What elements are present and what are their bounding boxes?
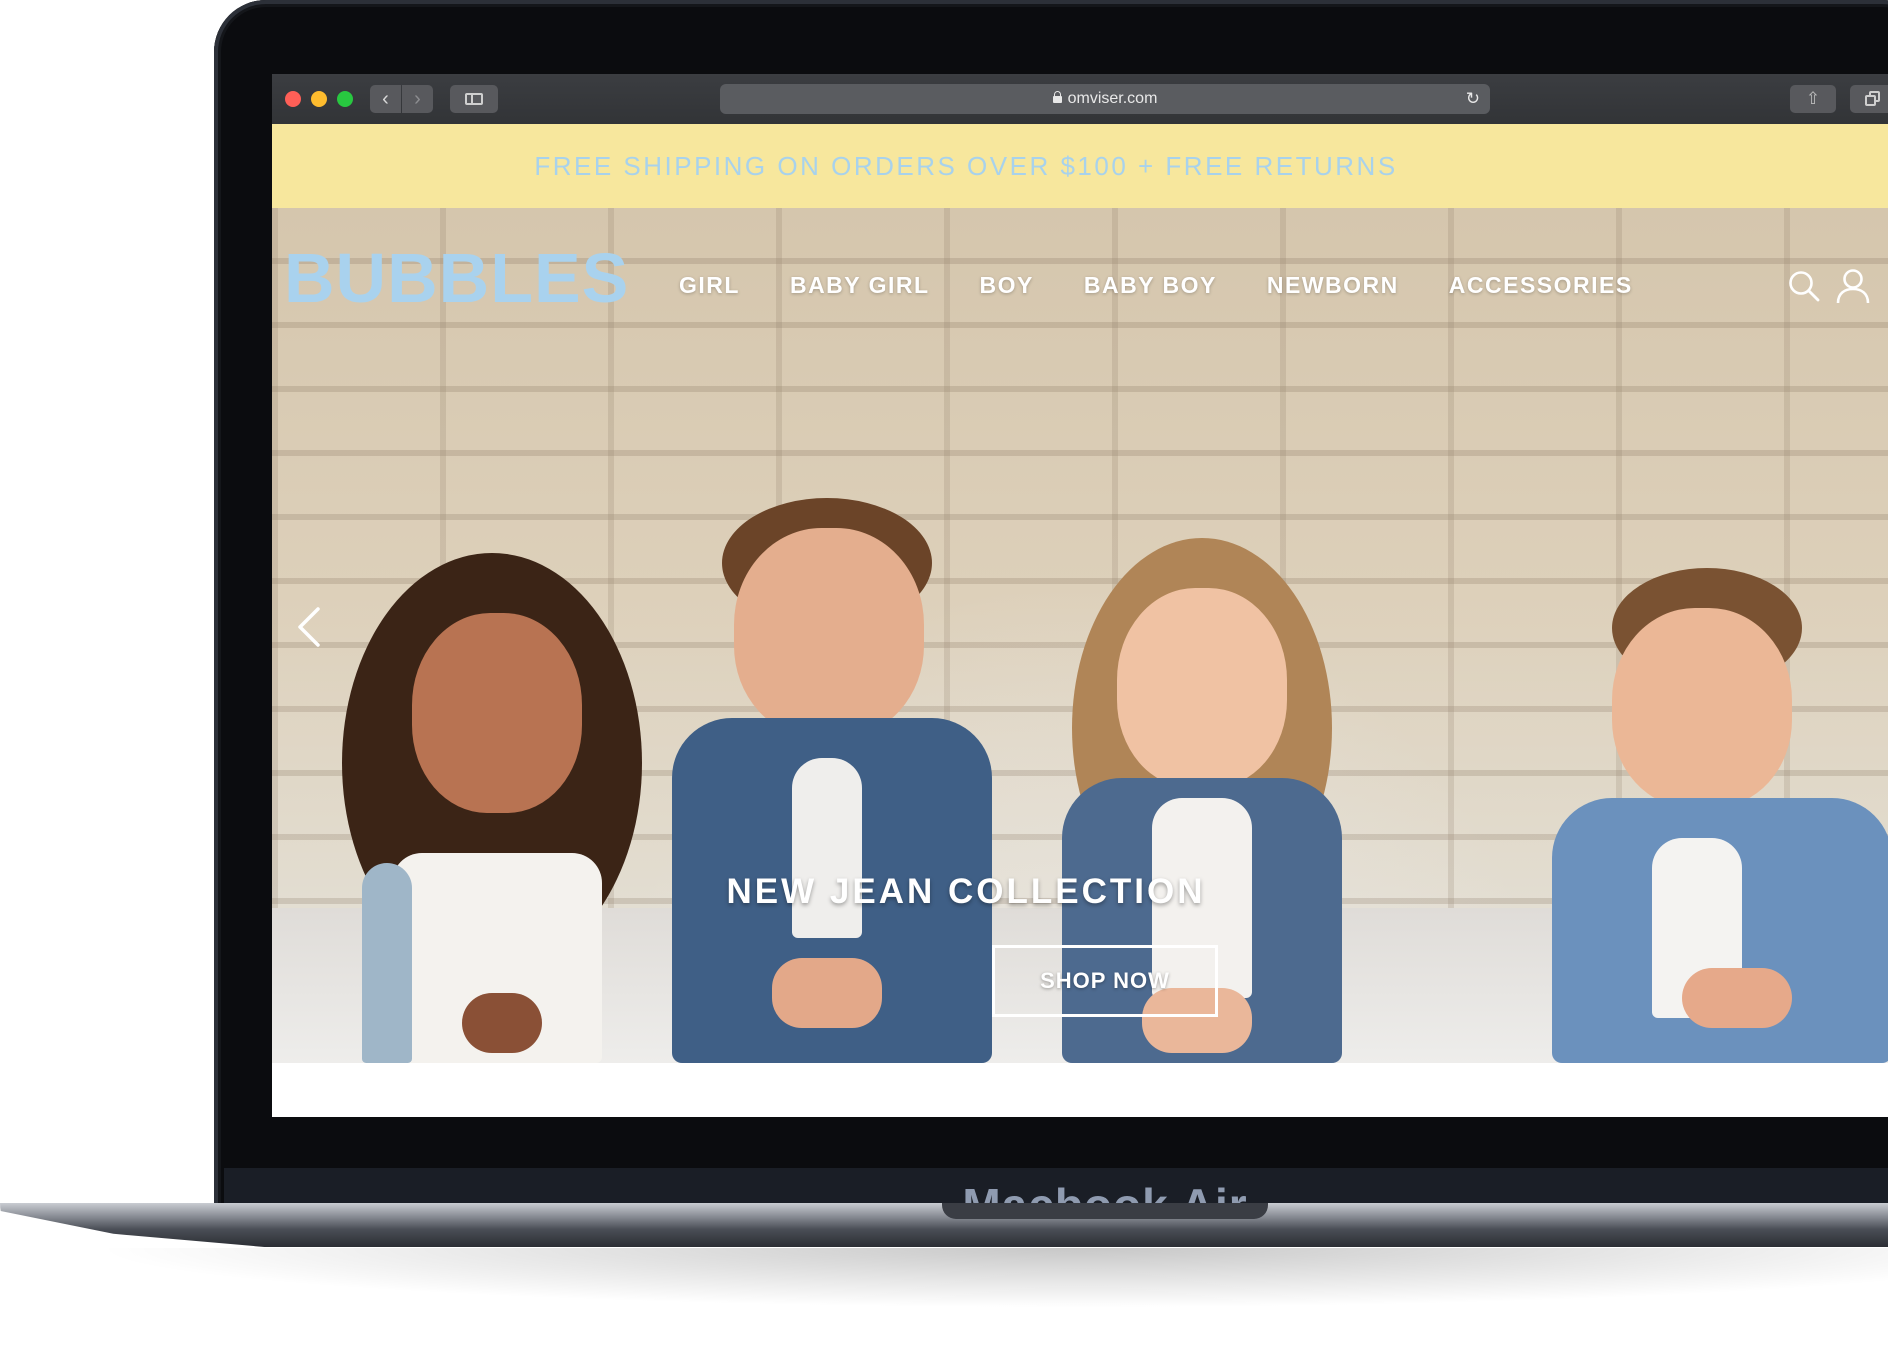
- main-nav: GIRL BABY GIRL BOY BABY BOY NEWBORN ACCE…: [679, 272, 1683, 299]
- back-button[interactable]: ‹: [370, 85, 401, 113]
- hero-title: NEW JEAN COLLECTION: [726, 872, 1206, 911]
- sidebar-icon: [465, 93, 483, 105]
- address-bar[interactable]: omviser.com ↻: [720, 84, 1490, 114]
- floor-shadow: [90, 1248, 1888, 1308]
- shop-now-button[interactable]: SHOP NOW: [992, 945, 1218, 1017]
- nav-item-girl[interactable]: GIRL: [679, 272, 740, 299]
- child-image-4: [1552, 568, 1888, 1063]
- forward-button[interactable]: ›: [402, 85, 433, 113]
- share-icon: ⇧: [1805, 89, 1821, 108]
- promo-text: FREE SHIPPING ON ORDERS OVER $100 + FREE…: [534, 151, 1398, 181]
- browser-toolbar: ‹ › omviser.com ↻ ⇧: [272, 74, 1888, 125]
- nav-item-accessories[interactable]: ACCESSORIES: [1449, 272, 1633, 299]
- hero-banner: BUBBLES GIRL BABY GIRL BOY BABY BOY NEWB…: [272, 208, 1888, 1063]
- reload-icon[interactable]: ↻: [1466, 84, 1480, 114]
- nav-item-newborn[interactable]: NEWBORN: [1267, 272, 1399, 299]
- tabs-overview-button[interactable]: [1850, 85, 1888, 113]
- child-image-1: [342, 553, 642, 1063]
- brand-logo[interactable]: BUBBLES: [284, 238, 629, 318]
- zoom-window-button[interactable]: [337, 91, 353, 107]
- chevron-right-icon: ›: [414, 88, 421, 110]
- user-icon[interactable]: [1836, 268, 1870, 304]
- sidebar-toggle-button[interactable]: [450, 85, 498, 113]
- nav-item-boy[interactable]: BOY: [980, 272, 1034, 299]
- browser-window: ‹ › omviser.com ↻ ⇧ FREE SHIPPING ON ORD…: [272, 74, 1888, 1117]
- close-window-button[interactable]: [285, 91, 301, 107]
- search-icon[interactable]: [1788, 270, 1820, 302]
- url-text: omviser.com: [1067, 90, 1158, 107]
- promo-bar: FREE SHIPPING ON ORDERS OVER $100 + FREE…: [272, 124, 1888, 208]
- chevron-left-icon[interactable]: [294, 605, 324, 649]
- laptop-notch: [942, 1203, 1268, 1219]
- nav-item-baby-boy[interactable]: BABY BOY: [1084, 272, 1217, 299]
- chevron-left-icon: ‹: [382, 88, 389, 110]
- nav-item-baby-girl[interactable]: BABY GIRL: [790, 272, 930, 299]
- share-button[interactable]: ⇧: [1790, 85, 1836, 113]
- minimize-window-button[interactable]: [311, 91, 327, 107]
- child-image-2: [672, 498, 992, 1063]
- lock-icon: [1052, 91, 1062, 103]
